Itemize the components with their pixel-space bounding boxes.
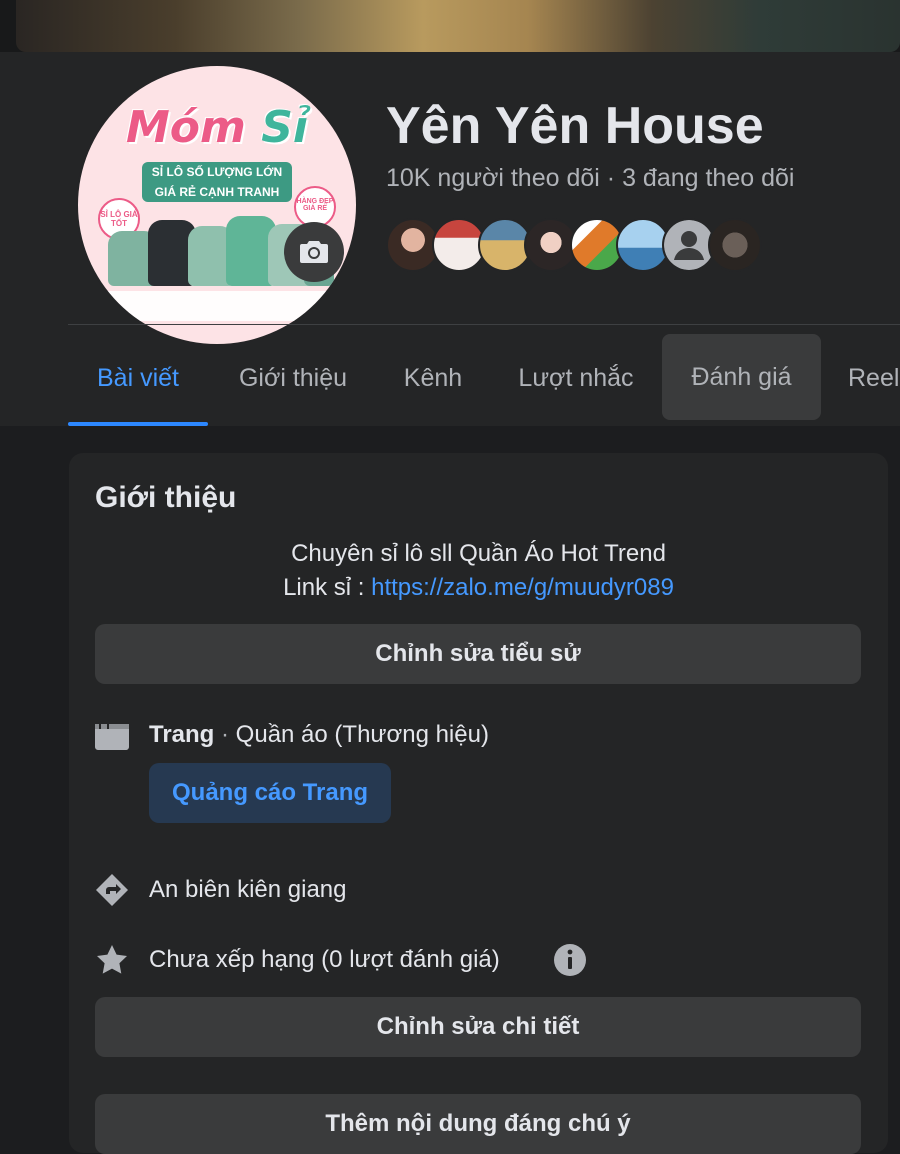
avatar-ribbon: SỈ LÔ SỐ LƯỢNG LỚN GIÁ RẺ CẠNH TRANH bbox=[142, 162, 292, 202]
tab-mentions[interactable]: Lượt nhắc bbox=[504, 334, 648, 426]
camera-icon bbox=[300, 241, 328, 263]
cover-area bbox=[0, 0, 900, 52]
profile-picture-image: Móm Sỉ SỈ LÔ SỐ LƯỢNG LỚN GIÁ RẺ CẠNH TR… bbox=[78, 66, 356, 344]
tab-posts[interactable]: Bài viết bbox=[68, 334, 208, 426]
cover-photo[interactable] bbox=[16, 0, 900, 52]
bio-line: Chuyên sỉ lô sll Quần Áo Hot Trend bbox=[291, 540, 666, 567]
info-icon[interactable] bbox=[553, 943, 587, 977]
profile-picture[interactable]: Móm Sỉ SỈ LÔ SỐ LƯỢNG LỚN GIÁ RẺ CẠNH TR… bbox=[76, 64, 358, 346]
following-link[interactable]: 3 đang theo dõi bbox=[622, 164, 794, 192]
follow-stats: 10K người theo dõi · 3 đang theo dõi bbox=[386, 164, 794, 193]
separator-dot: · bbox=[606, 164, 616, 192]
promote-page-button[interactable]: Quảng cáo Trang bbox=[149, 763, 391, 823]
intro-card: Giới thiệu Chuyên sỉ lô sll Quần Áo Hot … bbox=[69, 453, 888, 1154]
default-user-icon bbox=[664, 220, 714, 270]
avatar-footer-strip bbox=[96, 291, 338, 321]
category-label: Trang bbox=[149, 721, 215, 748]
category-value: Quần áo (Thương hiệu) bbox=[235, 721, 489, 748]
update-profile-picture-button[interactable] bbox=[284, 222, 344, 282]
tab-reels[interactable]: Reels bbox=[848, 334, 900, 426]
bio-text: Chuyên sỉ lô sll Quần Áo Hot Trend Link … bbox=[69, 537, 888, 605]
page-tabs: Bài viết Giới thiệu Kênh Lượt nhắc Đánh … bbox=[68, 334, 900, 426]
tab-reviews[interactable]: Đánh giá bbox=[662, 334, 821, 420]
follower-avatar[interactable] bbox=[708, 218, 762, 272]
location-text: An biên kiên giang bbox=[149, 876, 347, 903]
edit-bio-button[interactable]: Chỉnh sửa tiểu sử bbox=[95, 624, 861, 684]
rating-text: Chưa xếp hạng (0 lượt đánh giá) bbox=[149, 946, 500, 973]
page-title: Yên Yên House bbox=[386, 97, 764, 155]
avatar-logo-text: Móm Sỉ bbox=[126, 102, 308, 153]
bio-link-line: Link sỉ : https://zalo.me/g/muudyr089 bbox=[69, 571, 888, 605]
bio-link[interactable]: https://zalo.me/g/muudyr089 bbox=[371, 574, 674, 601]
tab-about[interactable]: Giới thiệu bbox=[224, 334, 362, 426]
tab-channels[interactable]: Kênh bbox=[390, 334, 476, 426]
profile-header: Móm Sỉ SỈ LÔ SỐ LƯỢNG LỚN GIÁ RẺ CẠNH TR… bbox=[0, 52, 900, 426]
bio-link-prefix: Link sỉ : bbox=[283, 574, 372, 601]
followers-link[interactable]: 10K người theo dõi bbox=[386, 164, 600, 192]
intro-title: Giới thiệu bbox=[95, 481, 237, 514]
star-icon bbox=[97, 945, 127, 974]
category-dot: · bbox=[214, 721, 236, 748]
add-featured-button[interactable]: Thêm nội dung đáng chú ý bbox=[95, 1094, 861, 1154]
directions-icon bbox=[96, 874, 128, 906]
page-flag-icon bbox=[95, 724, 129, 750]
edit-details-button[interactable]: Chỉnh sửa chi tiết bbox=[95, 997, 861, 1057]
header-divider bbox=[68, 324, 900, 325]
